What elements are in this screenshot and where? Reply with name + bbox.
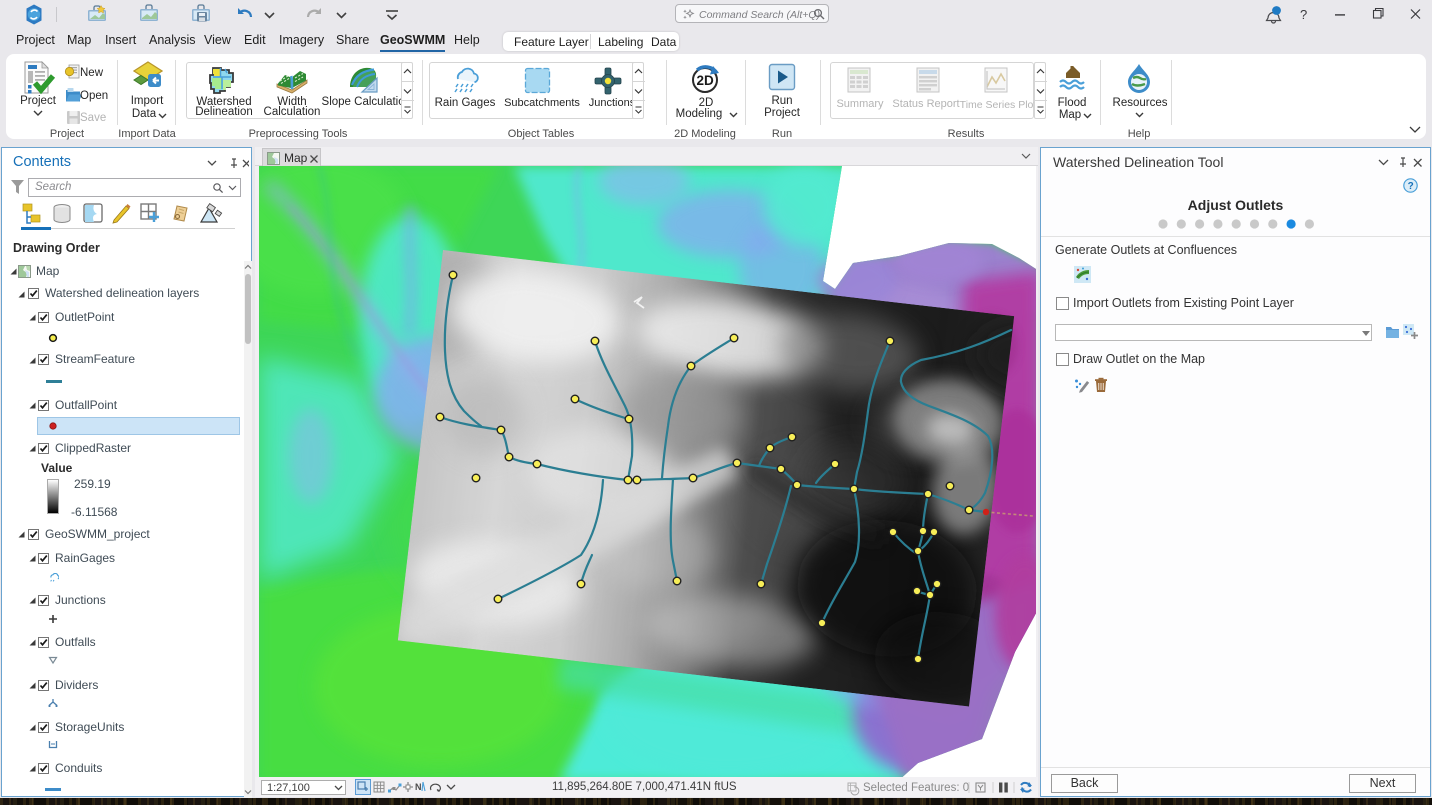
svg-text:2D: 2D [697, 73, 715, 88]
svg-text:N: N [415, 782, 422, 792]
svg-text:?: ? [1300, 7, 1307, 22]
svg-text:Selected Features: 0: Selected Features: 0 [863, 782, 969, 794]
svg-text:?: ? [1408, 181, 1414, 192]
